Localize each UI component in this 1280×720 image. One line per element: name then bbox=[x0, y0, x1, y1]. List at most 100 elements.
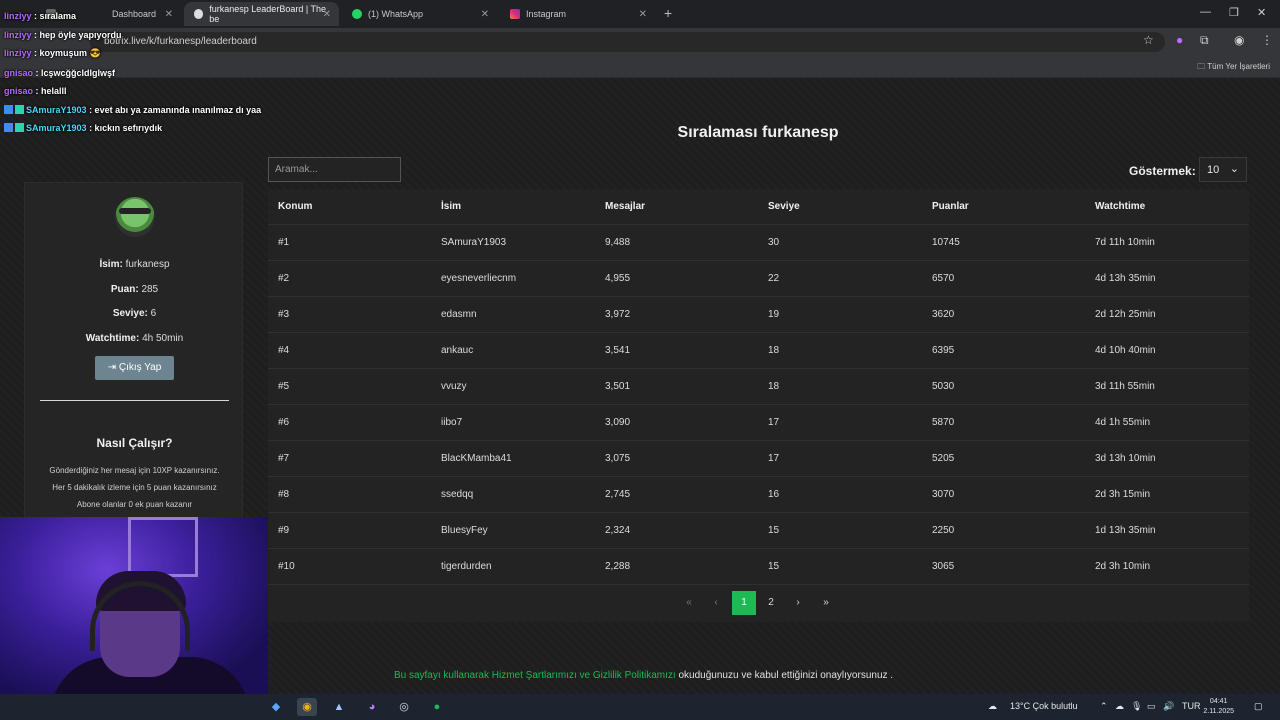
cell-rank: #7 bbox=[278, 453, 290, 464]
extension-icon[interactable]: ● bbox=[1176, 33, 1183, 47]
browser-tabstrip: Dashboard ✕ furkanesp LeaderBoard | The … bbox=[0, 0, 1280, 28]
close-icon[interactable]: ✕ bbox=[323, 9, 331, 20]
cell-name: eyesneverliecnm bbox=[441, 273, 517, 284]
screen: Dashboard ✕ furkanesp LeaderBoard | The … bbox=[0, 0, 1280, 720]
tab-instagram[interactable]: Instagram ✕ bbox=[500, 2, 655, 26]
page-1-button[interactable]: 1 bbox=[732, 591, 756, 615]
new-tab-icon[interactable]: + bbox=[664, 5, 672, 21]
tab-title: furkanesp LeaderBoard | The be bbox=[209, 4, 327, 24]
leaderboard-table: Konum İsim Mesajlar Seviye Puanlar Watch… bbox=[268, 189, 1249, 622]
cell-name: ssedqq bbox=[441, 489, 474, 500]
cell-messages: 3,541 bbox=[605, 345, 631, 356]
page-2-button[interactable]: 2 bbox=[759, 591, 783, 615]
col-header-messages[interactable]: Mesajlar bbox=[605, 201, 645, 212]
col-header-level[interactable]: Seviye bbox=[768, 201, 800, 212]
tray-chevron-icon[interactable]: ⌃ bbox=[1100, 701, 1108, 712]
tab-leaderboard[interactable]: furkanesp LeaderBoard | The be ✕ bbox=[184, 2, 339, 26]
volume-icon[interactable]: 🔊 bbox=[1163, 701, 1174, 712]
tab-whatsapp[interactable]: (1) WhatsApp ✕ bbox=[342, 2, 497, 26]
cell-level: 19 bbox=[768, 309, 780, 320]
cell-messages: 3,075 bbox=[605, 453, 631, 464]
system-clock[interactable]: 04:41 2.11.2025 bbox=[1203, 697, 1234, 717]
extensions-puzzle-icon[interactable]: ⧉ bbox=[1200, 33, 1209, 48]
cell-points: 2250 bbox=[932, 525, 955, 536]
battery-icon[interactable]: ▭ bbox=[1147, 701, 1156, 712]
cell-level: 30 bbox=[768, 237, 780, 248]
last-page-button[interactable]: » bbox=[814, 591, 838, 615]
folder-icon: 🗀 bbox=[1197, 62, 1206, 71]
next-page-button[interactable]: › bbox=[786, 591, 810, 615]
restore-icon[interactable]: ❐ bbox=[1229, 6, 1239, 19]
taskbar: ◆ ◉ ▲ ◕ ◎ ● ☁ 13°C Çok bulutlu ⌃ ☁ 🎙 ▭ 🔊… bbox=[0, 694, 1280, 720]
col-header-rank[interactable]: Konum bbox=[278, 201, 312, 212]
cell-watchtime: 7d 11h 10min bbox=[1095, 237, 1155, 248]
table-row: #7 BlacKMamba41 3,075 17 5205 3d 13h 10min bbox=[268, 441, 1249, 477]
close-icon[interactable]: ✕ bbox=[481, 9, 489, 20]
col-header-points[interactable]: Puanlar bbox=[932, 201, 969, 212]
privacy-link[interactable]: Gizlilik Politikamızı bbox=[593, 670, 676, 681]
all-bookmarks[interactable]: 🗀 Tüm Yer İşaretleri bbox=[1197, 61, 1270, 75]
cell-watchtime: 2d 3h 15min bbox=[1095, 489, 1151, 500]
terms-link[interactable]: Hizmet Şartlarımızı bbox=[492, 670, 577, 681]
col-header-watchtime[interactable]: Watchtime bbox=[1095, 201, 1145, 212]
cell-name: vvuzy bbox=[441, 381, 467, 392]
search-input[interactable]: Aramak... bbox=[268, 157, 401, 182]
cell-messages: 2,288 bbox=[605, 561, 631, 572]
cell-messages: 3,501 bbox=[605, 381, 631, 392]
cell-rank: #5 bbox=[278, 381, 290, 392]
cell-messages: 9,488 bbox=[605, 237, 631, 248]
cell-messages: 2,324 bbox=[605, 525, 631, 536]
profile-avatar-icon[interactable]: ◉ bbox=[1234, 33, 1244, 47]
first-page-button[interactable]: « bbox=[677, 591, 701, 615]
how-it-works-line: Abone olanlar 0 ek puan kazanır bbox=[76, 500, 193, 509]
page-size-select[interactable]: 10 ⌄ bbox=[1199, 157, 1247, 182]
language-indicator[interactable]: TUR bbox=[1182, 701, 1201, 711]
weather-text[interactable]: 13°C Çok bulutlu bbox=[1010, 701, 1078, 711]
cell-rank: #3 bbox=[278, 309, 290, 320]
cell-level: 18 bbox=[768, 345, 780, 356]
chevron-down-icon: ⌄ bbox=[1229, 163, 1239, 175]
bookmarks-bar: 🗀 Tüm Yer İşaretleri bbox=[0, 56, 1280, 78]
discord-icon[interactable]: ◕ bbox=[362, 698, 382, 716]
cell-points: 3070 bbox=[932, 489, 955, 500]
steam-icon[interactable]: ▲ bbox=[329, 698, 349, 716]
cell-watchtime: 1d 13h 35min bbox=[1095, 525, 1156, 536]
close-icon[interactable]: ✕ bbox=[165, 9, 173, 20]
menu-dots-icon[interactable]: ⋮ bbox=[1261, 33, 1273, 47]
mic-icon[interactable]: 🎙 bbox=[1131, 701, 1142, 712]
window-close-icon[interactable]: ✕ bbox=[1257, 6, 1266, 19]
cell-watchtime: 3d 11h 55min bbox=[1095, 381, 1155, 392]
avatar bbox=[115, 197, 155, 237]
address-bar[interactable]: botrix.live/k/furkanesp/leaderboard bbox=[90, 32, 1165, 52]
page-size-value: 10 bbox=[1207, 164, 1220, 176]
minimize-icon[interactable]: — bbox=[1200, 6, 1211, 18]
page-size-label: Göstermek: bbox=[1129, 164, 1196, 178]
spotify-icon[interactable]: ● bbox=[427, 698, 447, 716]
col-header-name[interactable]: İsim bbox=[441, 201, 461, 212]
obs-icon[interactable]: ◎ bbox=[394, 698, 414, 716]
table-header-row: Konum İsim Mesajlar Seviye Puanlar Watch… bbox=[268, 189, 1249, 225]
cell-watchtime: 4d 10h 40min bbox=[1095, 345, 1156, 356]
notification-icon[interactable]: ▢ bbox=[1254, 701, 1263, 712]
url-text: botrix.live/k/furkanesp/leaderboard bbox=[104, 36, 257, 47]
logout-icon: ⇥ bbox=[107, 362, 117, 373]
cell-watchtime: 4d 1h 55min bbox=[1095, 417, 1151, 428]
table-row: #6 iibo7 3,090 17 5870 4d 1h 55min bbox=[268, 405, 1249, 441]
bookmark-star-icon[interactable]: ☆ bbox=[1143, 33, 1154, 47]
prev-page-button[interactable]: ‹ bbox=[704, 591, 728, 615]
botrix-favicon-icon bbox=[194, 9, 204, 19]
logout-button[interactable]: ⇥ Çıkış Yap bbox=[95, 356, 174, 380]
table-row: #9 BluesyFey 2,324 15 2250 1d 13h 35min bbox=[268, 513, 1249, 549]
close-icon[interactable]: ✕ bbox=[639, 9, 647, 20]
cloud-icon[interactable]: ☁ bbox=[1115, 701, 1124, 712]
cell-name: edasmn bbox=[441, 309, 477, 320]
app-icon[interactable]: ◆ bbox=[266, 698, 286, 716]
table-row: #3 edasmn 3,972 19 3620 2d 12h 25min bbox=[268, 297, 1249, 333]
cell-name: ankauc bbox=[441, 345, 474, 356]
tab-title: Instagram bbox=[526, 9, 567, 19]
chrome-icon[interactable]: ◉ bbox=[297, 698, 317, 716]
cell-name: SAmuraY1903 bbox=[441, 237, 507, 248]
cell-level: 22 bbox=[768, 273, 780, 284]
webcam-overlay bbox=[0, 517, 268, 694]
cell-messages: 3,090 bbox=[605, 417, 631, 428]
